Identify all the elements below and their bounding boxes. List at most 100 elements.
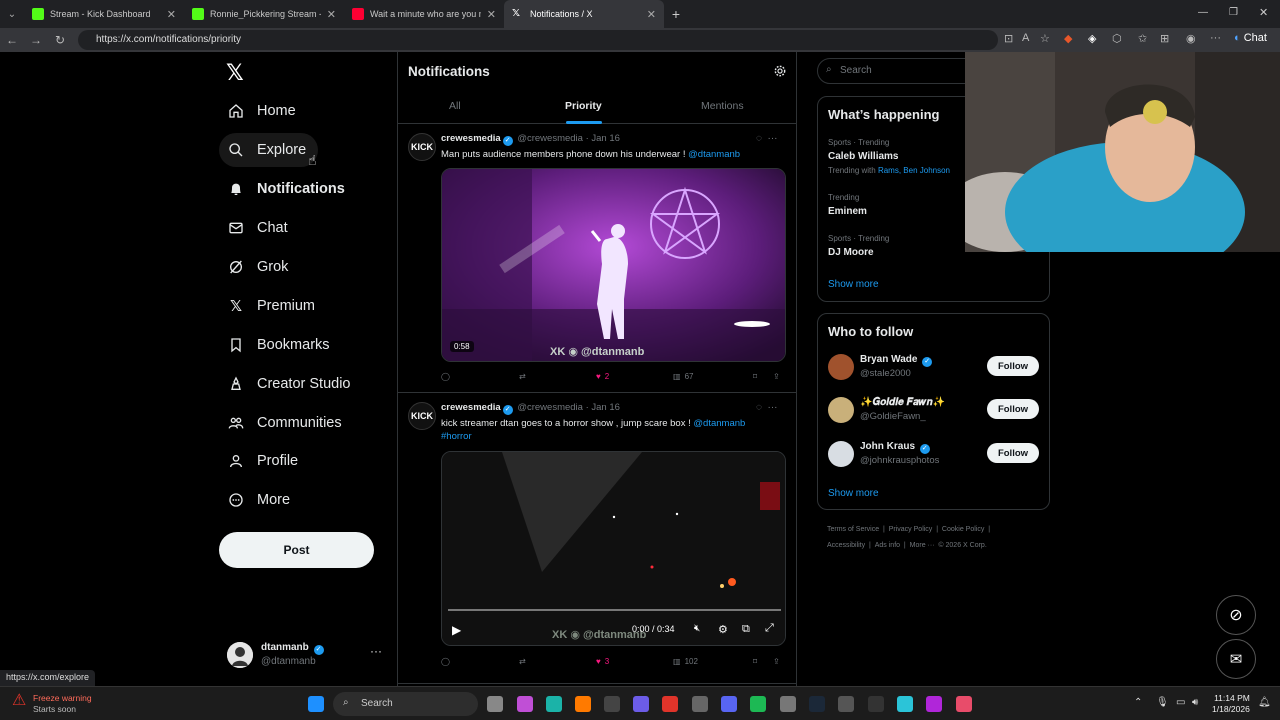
mention-link[interactable]: @dtanmanb — [693, 418, 745, 429]
profile-icon[interactable]: ◉ — [1186, 32, 1196, 45]
hashtag-link[interactable]: #horror — [441, 431, 472, 442]
browser-tab-active[interactable]: 𝕏 Notifications / X ✕ — [504, 0, 664, 28]
notification-bell-icon[interactable]: 🔔︎ — [1258, 697, 1271, 708]
trend-related-links[interactable]: Rams, Ben Johnson — [878, 166, 950, 175]
close-tab-icon[interactable]: ✕ — [647, 8, 656, 21]
avatar[interactable]: KICK — [408, 133, 436, 161]
more-dots-icon[interactable]: ··· — [768, 133, 778, 144]
app-icon[interactable] — [780, 696, 796, 712]
follow-button[interactable]: Follow — [987, 356, 1039, 376]
nav-profile[interactable]: Profile — [219, 444, 310, 478]
copilot-app-icon[interactable] — [517, 696, 533, 712]
obs-icon[interactable] — [604, 696, 620, 712]
new-tab-icon[interactable]: + — [664, 6, 688, 22]
close-tab-icon[interactable]: ✕ — [487, 8, 496, 21]
nav-creator-studio[interactable]: Creator Studio — [219, 367, 363, 401]
extension-icon[interactable]: ◆ — [1064, 32, 1072, 45]
nav-notifications[interactable]: Notifications — [219, 172, 357, 206]
footer-link[interactable]: More ··· — [910, 542, 935, 549]
views-button[interactable]: ▥ 102 — [673, 657, 698, 666]
extension-icon[interactable]: ◈ — [1088, 32, 1096, 45]
bookmark-button[interactable]: ⌑ — [753, 657, 757, 666]
more-dots-icon[interactable]: ··· — [370, 644, 382, 658]
app-icon[interactable] — [662, 696, 678, 712]
tweet-date[interactable]: Jan 16 — [591, 133, 620, 144]
mention-link[interactable]: @dtanmanb — [688, 149, 740, 160]
nav-bookmarks[interactable]: Bookmarks — [219, 328, 342, 362]
nav-chat[interactable]: Chat — [219, 211, 300, 245]
url-field[interactable]: https://x.com/notifications/priority — [78, 30, 998, 50]
reload-icon[interactable]: ↻ — [48, 33, 72, 47]
video-player[interactable]: ▶ XK ◉ @dtanmanb 0:00 / 0:34 🔇︎ ⚙ ⧉ ⤢ — [441, 451, 786, 646]
footer-link[interactable]: Privacy Policy — [889, 526, 933, 533]
app-icon[interactable] — [897, 696, 913, 712]
spotify-icon[interactable] — [750, 696, 766, 712]
app-icon[interactable] — [926, 696, 942, 712]
footer-link[interactable]: Cookie Policy — [942, 526, 984, 533]
tab-mentions[interactable]: Mentions — [701, 100, 744, 112]
show-more-link[interactable]: Show more — [828, 279, 879, 290]
repost-button[interactable]: ⇄ — [519, 657, 526, 666]
close-tab-icon[interactable]: ✕ — [167, 8, 176, 21]
trend-name[interactable]: Eminem — [828, 206, 867, 217]
author-name[interactable]: crewesmedia — [441, 133, 501, 144]
gear-icon[interactable] — [773, 64, 787, 83]
play-icon[interactable]: ▶ — [452, 623, 461, 637]
minimize-icon[interactable]: — — [1198, 7, 1208, 18]
post-button[interactable]: Post — [219, 532, 374, 568]
like-button[interactable]: ♥ 3 — [596, 657, 609, 666]
footer-link[interactable]: Terms of Service — [827, 526, 879, 533]
back-icon[interactable]: ← — [0, 33, 24, 47]
browser-tab[interactable]: Stream - Kick Dashboard ✕ — [24, 0, 184, 28]
close-tab-icon[interactable]: ✕ — [327, 8, 336, 21]
video-settings-icon[interactable]: ⚙ — [718, 623, 728, 636]
volume-icon[interactable]: 🔊︎ — [1192, 697, 1198, 708]
taskbar-search[interactable]: ⌕ Search — [333, 692, 478, 716]
grok-icon[interactable]: ◌ — [756, 133, 762, 144]
close-window-icon[interactable]: ✕ — [1259, 6, 1268, 19]
network-icon[interactable]: ▭ — [1176, 697, 1185, 708]
author-handle[interactable]: @crewesmedia — [517, 402, 583, 413]
more-dots-icon[interactable]: ··· — [768, 402, 778, 413]
settings-more-icon[interactable]: ··· — [1210, 32, 1221, 44]
account-switcher[interactable]: dtanmanb ✓ @dtanmanb ··· — [227, 640, 387, 670]
trend-name[interactable]: Caleb Williams — [828, 151, 899, 162]
follow-suggestion[interactable]: Bryan Wade ✓ @stale2000 Follow — [828, 354, 1043, 384]
favorite-star-icon[interactable]: ☆ — [1040, 32, 1050, 45]
clock[interactable]: 11:14 PM 1/18/2026 — [1212, 693, 1250, 715]
author-handle[interactable]: @crewesmedia — [517, 133, 583, 144]
like-button[interactable]: ♥ 2 — [596, 372, 609, 381]
nav-communities[interactable]: Communities — [219, 406, 354, 440]
screenshot-icon[interactable]: ⊡ — [1004, 32, 1013, 45]
microphone-icon[interactable]: 🎙︎ — [1156, 697, 1169, 708]
extensions-icon[interactable]: ⬡ — [1112, 32, 1122, 45]
steam-icon[interactable] — [809, 696, 825, 712]
browser-tab[interactable]: Wait a minute who are you meme ✕ — [344, 0, 504, 28]
bookmark-button[interactable]: ⌑ — [753, 372, 757, 381]
firefox-icon[interactable] — [575, 696, 591, 712]
nav-home[interactable]: Home — [219, 94, 308, 128]
follow-button[interactable]: Follow — [987, 399, 1039, 419]
views-button[interactable]: ▥ 67 — [673, 372, 693, 381]
trend-name[interactable]: DJ Moore — [828, 247, 874, 258]
nav-more[interactable]: More — [219, 483, 302, 517]
app-icon[interactable] — [633, 696, 649, 712]
messages-float-button[interactable]: ✉ — [1216, 639, 1256, 679]
avatar[interactable]: KICK — [408, 402, 436, 430]
forward-icon[interactable]: → — [24, 33, 48, 47]
weather-widget[interactable]: ⚠ Freeze warning Starts soon — [12, 693, 92, 715]
copilot-chat-button[interactable]: ◐ Chat — [1234, 32, 1267, 44]
follow-button[interactable]: Follow — [987, 443, 1039, 463]
follow-suggestion[interactable]: ✨𝑮𝒐𝒍𝒅𝒊𝒆 𝑭𝒂𝒘𝒏✨ @GoldieFawn_ Follow — [828, 397, 1043, 427]
footer-link[interactable]: Ads info — [875, 542, 900, 549]
reply-button[interactable]: ◯ — [441, 657, 450, 666]
windows-start-icon[interactable] — [308, 696, 324, 712]
grok-float-button[interactable]: ⊘ — [1216, 595, 1256, 635]
edge-icon[interactable] — [546, 696, 562, 712]
discord-icon[interactable] — [721, 696, 737, 712]
app-icon[interactable] — [956, 696, 972, 712]
tab-list-icon[interactable]: ⌄ — [0, 9, 24, 20]
author-name[interactable]: crewesmedia — [441, 402, 501, 413]
tweet-date[interactable]: Jan 16 — [591, 402, 620, 413]
grok-icon[interactable]: ◌ — [756, 402, 762, 413]
